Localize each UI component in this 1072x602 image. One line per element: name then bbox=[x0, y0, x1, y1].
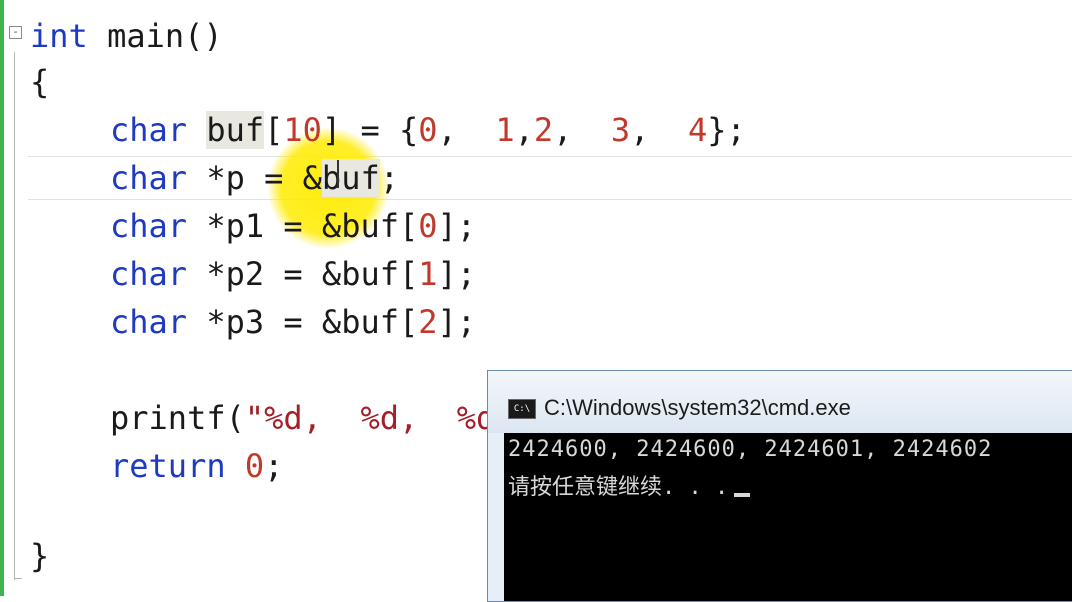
fold-guide-line bbox=[14, 52, 15, 580]
code-text: [ bbox=[398, 207, 419, 245]
keyword: char bbox=[110, 111, 188, 149]
code-line-2[interactable]: { bbox=[30, 62, 49, 102]
keyword: char bbox=[110, 159, 188, 197]
number-literal: 3 bbox=[610, 111, 631, 149]
code-text: ; bbox=[456, 303, 477, 341]
code-line-1[interactable]: int main() bbox=[30, 16, 223, 56]
number-literal: 1 bbox=[495, 111, 515, 149]
identifier-highlight: buf bbox=[206, 111, 265, 149]
code-text: [ bbox=[398, 303, 419, 341]
code-text: [ bbox=[398, 255, 419, 293]
string-literal: "%d, %d, %d, bbox=[244, 399, 515, 437]
code-text: = { bbox=[341, 111, 419, 149]
code-text: printf( bbox=[110, 399, 245, 437]
console-output-line: 2424600, 2424600, 2424601, 2424602 bbox=[508, 437, 993, 462]
code-text: ] bbox=[437, 303, 457, 341]
code-line-10[interactable]: } bbox=[30, 536, 49, 576]
code-text: ] bbox=[321, 111, 342, 149]
text-cursor-icon bbox=[337, 160, 339, 188]
console-prompt-text: 请按任意键继续. . . bbox=[508, 475, 729, 500]
keyword: char bbox=[110, 303, 188, 341]
code-text: [ bbox=[264, 111, 284, 149]
code-text: ] bbox=[437, 207, 457, 245]
code-text: ; bbox=[456, 255, 477, 293]
code-text: ; bbox=[456, 207, 477, 245]
code-text: *p1 = &buf bbox=[187, 207, 399, 245]
number-literal: 0 bbox=[418, 111, 438, 149]
number-literal: 1 bbox=[418, 255, 438, 293]
keyword: char bbox=[110, 207, 188, 245]
cmd-title-bar[interactable]: C:\ C:\Windows\system32\cmd.exe bbox=[488, 371, 1072, 433]
code-text: , bbox=[630, 111, 688, 149]
number-literal: 2 bbox=[533, 111, 554, 149]
code-line-7[interactable]: char *p3 = &buf[2]; bbox=[110, 302, 476, 342]
console-prompt-line: 请按任意键继续. . . bbox=[508, 469, 751, 501]
number-literal: 0 bbox=[244, 447, 265, 485]
code-text: , bbox=[553, 111, 611, 149]
code-text: { bbox=[30, 63, 50, 101]
keyword: return bbox=[110, 447, 226, 485]
keyword: int bbox=[30, 17, 88, 55]
number-literal: 2 bbox=[418, 303, 438, 341]
code-text: ; bbox=[264, 447, 284, 485]
code-line-5[interactable]: char *p1 = &buf[0]; bbox=[110, 206, 476, 246]
identifier-highlight: buf bbox=[321, 159, 380, 197]
code-line-3[interactable]: char buf[10] = {0, 1,2, 3, 4}; bbox=[110, 110, 746, 150]
number-literal: 0 bbox=[418, 207, 438, 245]
number-literal: 4 bbox=[687, 111, 708, 149]
code-text: ] bbox=[437, 255, 457, 293]
number-literal: 10 bbox=[283, 111, 322, 149]
code-text: main() bbox=[87, 17, 223, 55]
cmd-app-icon: C:\ bbox=[508, 399, 536, 419]
console-caret-icon bbox=[734, 493, 751, 497]
code-text: ; bbox=[379, 159, 399, 197]
code-text: *p3 = &buf bbox=[187, 303, 399, 341]
code-text: , bbox=[437, 111, 496, 149]
code-line-9[interactable]: return 0; bbox=[110, 446, 283, 486]
code-text: , bbox=[514, 111, 534, 149]
fold-collapse-icon[interactable]: - bbox=[9, 26, 22, 39]
code-line-6[interactable]: char *p2 = &buf[1]; bbox=[110, 254, 476, 294]
cmd-window[interactable]: C:\ C:\Windows\system32\cmd.exe 2424600,… bbox=[487, 370, 1072, 602]
code-line-8[interactable]: printf("%d, %d, %d, bbox=[110, 398, 515, 438]
code-text: *p = & bbox=[187, 159, 322, 197]
console-output-area[interactable]: 2424600, 2424600, 2424601, 2424602 请按任意键… bbox=[504, 433, 1072, 601]
fold-guide-end bbox=[14, 578, 22, 579]
code-text: *p2 = &buf bbox=[187, 255, 399, 293]
code-text: } bbox=[30, 537, 50, 575]
code-text: }; bbox=[707, 111, 746, 149]
gutter-change-bar bbox=[0, 0, 4, 596]
cmd-window-title: C:\Windows\system32\cmd.exe bbox=[544, 395, 851, 420]
code-line-4[interactable]: char *p = &buf; bbox=[110, 158, 399, 198]
keyword: char bbox=[110, 255, 188, 293]
